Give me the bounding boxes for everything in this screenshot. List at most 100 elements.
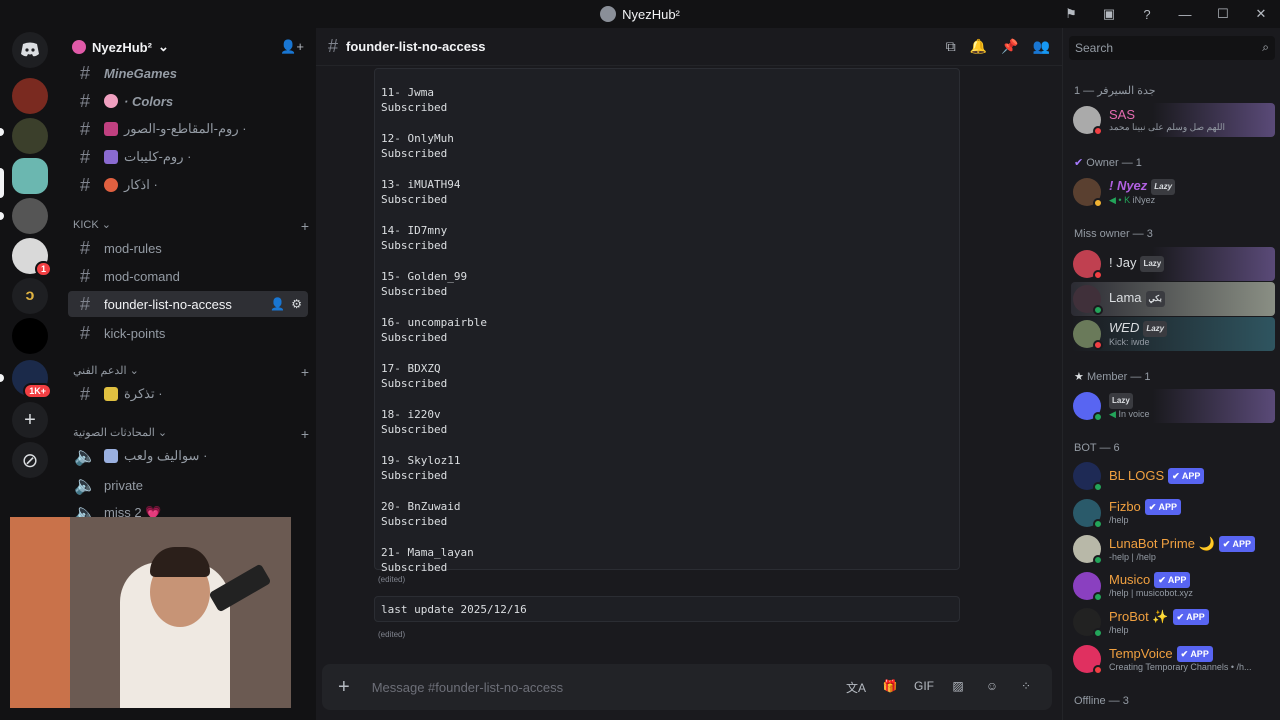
channel-item[interactable]: # روم-المقاطع-و-الصور ·	[68, 116, 308, 142]
header-toolbar: ⧉ 🔔 📌 👥	[946, 38, 1050, 55]
server-icon[interactable]	[12, 318, 48, 354]
avatar	[1073, 320, 1103, 350]
bot-name: Musico	[1109, 572, 1151, 588]
bot-member-item[interactable]: LunaBot Prime 🌙 ✔ APP -help | /help	[1071, 532, 1275, 566]
message-composer[interactable]: + Message #founder-list-no-access 文A 🎁 G…	[322, 664, 1052, 710]
server-name: NyezHub²	[92, 39, 152, 55]
inbox-icon[interactable]: ⚑	[1052, 6, 1090, 22]
channel-item-active[interactable]: # founder-list-no-access 👤 ⚙	[68, 291, 308, 317]
add-channel-icon[interactable]: +	[301, 426, 309, 442]
discover-icon[interactable]: ⊘	[12, 442, 48, 478]
bot-member-item[interactable]: Musico ✔ APP/help | musicobot.xyz	[1071, 569, 1275, 603]
bot-member-item[interactable]: BL LOGS ✔ APP	[1071, 459, 1275, 493]
discord-home-icon[interactable]	[12, 32, 48, 68]
member-name: ! Nyez	[1109, 177, 1148, 193]
emoji-icon[interactable]: ☺	[982, 679, 1002, 696]
channel-item[interactable]: # تذكرة ·	[68, 381, 308, 407]
subscriber-name: 16- uncompairble	[381, 316, 487, 329]
bot-member-item[interactable]: TempVoice ✔ APP Creating Temporary Channel…	[1071, 642, 1275, 676]
channel-label: روم-كليبات ·	[124, 149, 192, 164]
bot-avatar	[1073, 498, 1103, 529]
subscriber-name: 19- Skyloz11	[381, 454, 461, 467]
channel-item[interactable]: # mod-comand	[68, 263, 308, 289]
mention-badge: 1K+	[23, 383, 52, 399]
apps-icon[interactable]: ⁘	[1016, 679, 1036, 696]
member-item[interactable]: WED Lazy Kick: iwde	[1071, 317, 1275, 351]
hashtag-icon: #	[79, 174, 90, 195]
member-item[interactable]: SAS اللهم صل وسلم على نبينا محمد	[1071, 103, 1275, 137]
invite-people-icon[interactable]: 👤+	[280, 39, 304, 55]
channel-item[interactable]: # · Colors	[68, 88, 308, 114]
bot-avatar	[1073, 608, 1103, 639]
subscriber-name: 13- iMUATH94	[381, 178, 461, 191]
category-kick[interactable]: KICK ⌄ +	[73, 218, 309, 234]
pin-icon[interactable]: 📌	[1001, 38, 1018, 55]
server-icon[interactable]: ↄ	[12, 278, 48, 314]
bell-icon[interactable]: 🔔	[970, 38, 987, 55]
subscriber-name: 15- Golden_99	[381, 270, 468, 283]
gif-icon[interactable]: GIF	[914, 679, 934, 696]
screen-share-icon[interactable]: ▣	[1090, 6, 1128, 22]
search-placeholder: Search	[1075, 41, 1114, 55]
channel-item[interactable]: # اذكار ·	[68, 172, 308, 198]
sticker-icon[interactable]: ▨	[948, 679, 968, 696]
bot-status: -help | /help	[1109, 551, 1156, 562]
add-channel-icon[interactable]: +	[301, 364, 309, 380]
threads-icon[interactable]: ⧉	[946, 38, 956, 55]
attach-plus-icon[interactable]: +	[338, 676, 350, 699]
voice-channel-item[interactable]: 🔈 private	[68, 472, 308, 498]
voice-channel-item[interactable]: 🔈 سواليف ولعب ·	[68, 443, 308, 469]
server-icon[interactable]: 1	[12, 238, 52, 277]
streamer-hair	[150, 547, 210, 577]
category-voice[interactable]: المحادثات الصوتية ⌄ +	[73, 426, 309, 442]
member-item[interactable]: Lazy ◀ In voice	[1071, 389, 1275, 423]
channel-item[interactable]: # kick-points	[68, 320, 308, 346]
app-badge-label: APP	[1186, 611, 1205, 622]
server-icon-nyezhub[interactable]	[12, 158, 48, 194]
status-online	[1093, 305, 1103, 315]
maximize-button[interactable]: ☐	[1204, 6, 1242, 22]
category-label: KICK	[73, 219, 99, 231]
server-avatar	[600, 6, 617, 22]
member-item[interactable]: Lama بكي	[1071, 282, 1275, 316]
invite-icon[interactable]: 👤	[270, 297, 285, 311]
bot-status: /help	[1109, 624, 1129, 635]
list-item: 19- Skyloz11 Subscribed	[381, 453, 953, 483]
member-list-icon[interactable]: 👥	[1033, 38, 1050, 55]
channel-item[interactable]: # روم-كليبات ·	[68, 144, 308, 170]
channel-item[interactable]: # MineGames	[68, 60, 308, 86]
member-status: iNyez	[1132, 194, 1156, 205]
add-channel-icon[interactable]: +	[301, 218, 309, 234]
channel-label: private	[104, 477, 144, 493]
channel-title: founder-list-no-access	[346, 39, 486, 54]
server-folder-icon[interactable]: 1K+	[12, 360, 52, 399]
list-item: 20- BnZuwaid Subscribed	[381, 499, 953, 529]
bot-name: ProBot ✨	[1109, 608, 1169, 624]
add-server-icon[interactable]: +	[12, 402, 48, 438]
bot-member-item[interactable]: ProBot ✨ ✔ APP/help	[1071, 605, 1275, 639]
server-icon[interactable]	[12, 198, 48, 234]
avatar	[1073, 285, 1103, 315]
help-icon[interactable]: ?	[1128, 7, 1166, 22]
translate-icon[interactable]: 文A	[846, 679, 866, 696]
gear-icon[interactable]: ⚙	[291, 297, 302, 311]
hashtag-icon: #	[79, 62, 90, 83]
channel-item[interactable]: # mod-rules	[68, 235, 308, 261]
server-icon[interactable]	[12, 78, 48, 114]
member-group-header: ✔ Owner — 1	[1074, 156, 1142, 169]
bot-member-item[interactable]: Fizbo ✔ APP/help	[1071, 496, 1275, 530]
subscriber-status: Subscribed	[381, 193, 448, 206]
list-item: 16- uncompairble Subscribed	[381, 315, 953, 345]
server-icon[interactable]	[12, 118, 48, 154]
app-badge-label: APP	[1181, 471, 1201, 481]
member-item[interactable]: ! Nyez Lazy ◀ • K iNyez	[1071, 175, 1275, 209]
member-group-header: جدة السيرفر — 1	[1074, 85, 1156, 97]
message-input[interactable]: Message #founder-list-no-access	[372, 680, 846, 695]
group-label: Member — 1	[1086, 371, 1151, 383]
gift-icon[interactable]: 🎁	[880, 679, 900, 696]
category-support[interactable]: الدعم الفني ⌄ +	[73, 364, 309, 380]
search-input[interactable]: Search ⌕	[1069, 36, 1275, 60]
member-item[interactable]: ! Jay Lazy	[1071, 247, 1275, 281]
minimize-button[interactable]: —	[1166, 7, 1204, 22]
close-button[interactable]: ✕	[1242, 6, 1280, 22]
